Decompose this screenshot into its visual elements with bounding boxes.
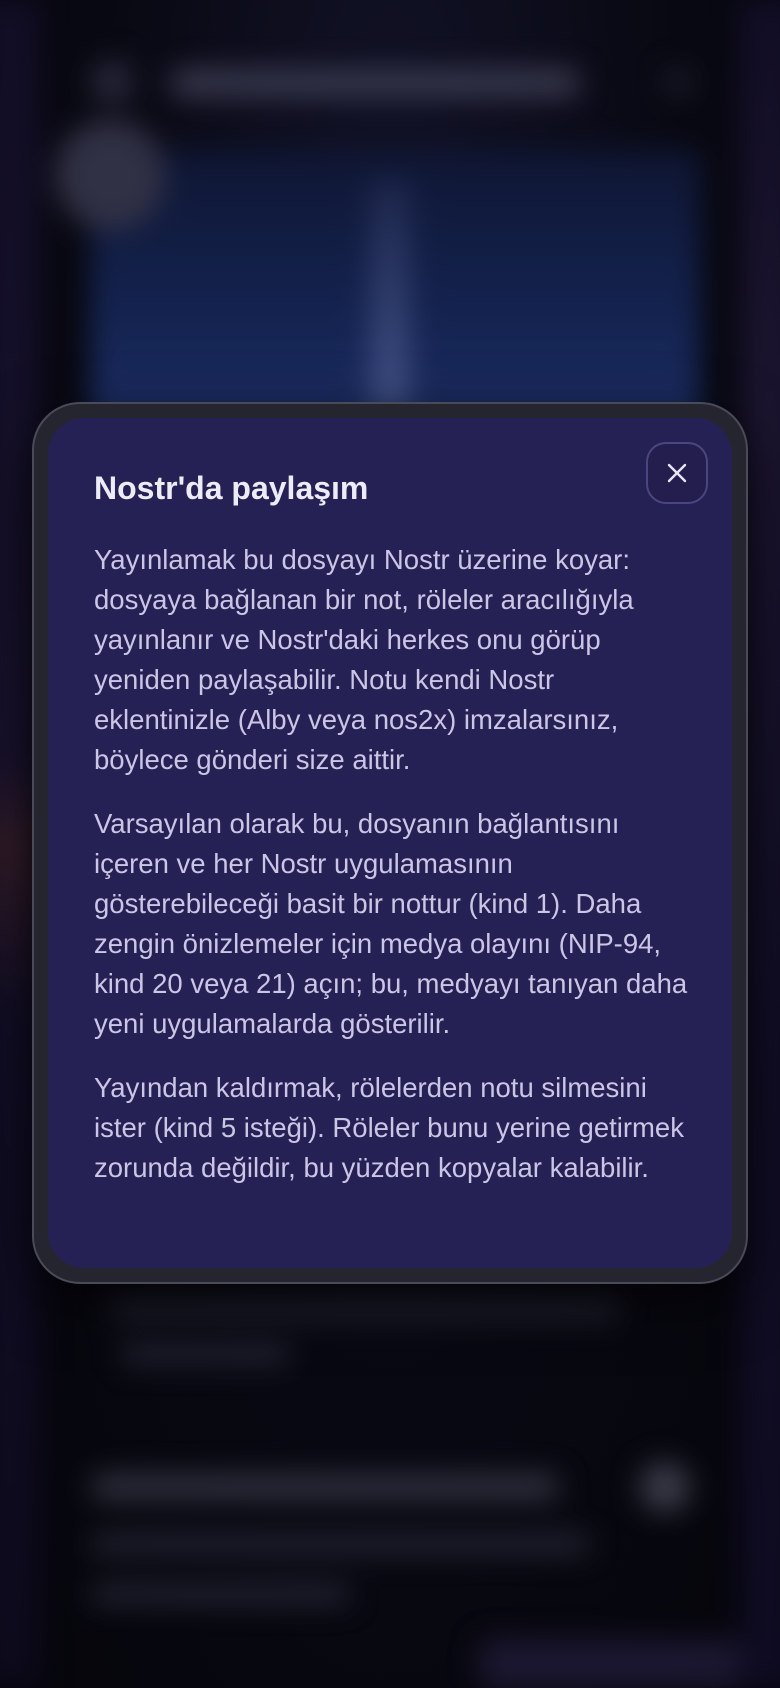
dialog-title: Nostr'da paylaşım bbox=[94, 470, 369, 506]
dialog-body: Yayınlamak bu dosyayı Nostr üzerine koya… bbox=[94, 540, 694, 1212]
nostr-sharing-dialog: Nostr'da paylaşım Yayınlamak bu dosyayı … bbox=[48, 418, 732, 1268]
dialog-paragraph-default-kind: Varsayılan olarak bu, dosyanın bağlantıs… bbox=[94, 808, 688, 1039]
dialog-paragraph-unpublish: Yayından kaldırmak, rölelerden notu silm… bbox=[94, 1072, 684, 1183]
close-icon bbox=[667, 463, 687, 483]
dialog-frame: Nostr'da paylaşım Yayınlamak bu dosyayı … bbox=[32, 402, 748, 1284]
dialog-paragraph-publish: Yayınlamak bu dosyayı Nostr üzerine koya… bbox=[94, 544, 634, 775]
close-button[interactable] bbox=[646, 442, 708, 504]
